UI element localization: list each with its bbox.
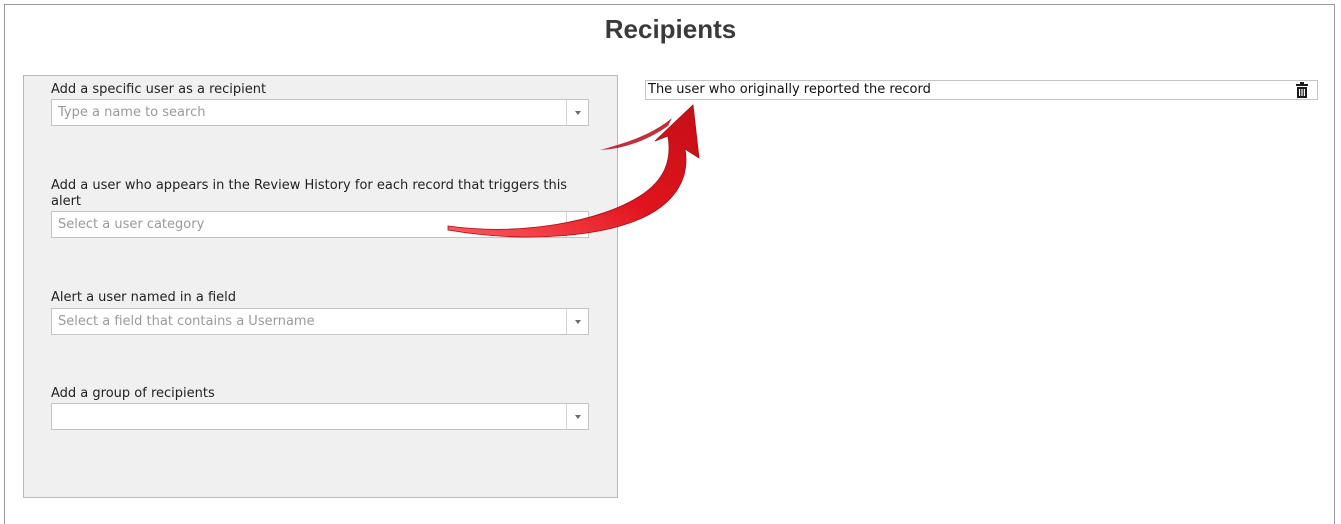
user-category-placeholder: Select a user category bbox=[58, 217, 205, 232]
username-field-placeholder: Select a field that contains a Username bbox=[58, 314, 315, 329]
recipient-list-item: The user who originally reported the rec… bbox=[645, 80, 1318, 100]
specific-user-placeholder: Type a name to search bbox=[58, 105, 206, 120]
username-field-dropdown-button[interactable] bbox=[566, 309, 588, 334]
page-title: Recipients bbox=[604, 14, 737, 44]
specific-user-dropdown-button[interactable] bbox=[566, 100, 588, 125]
named-field-user-label: Alert a user named in a field bbox=[51, 290, 237, 305]
chevron-down-icon bbox=[574, 222, 581, 227]
recipient-text: The user who originally reported the rec… bbox=[648, 82, 931, 97]
recipient-group-select[interactable] bbox=[51, 403, 589, 430]
user-category-select[interactable]: Select a user category bbox=[51, 211, 589, 238]
chevron-down-icon bbox=[574, 319, 581, 324]
review-history-user-label: Add a user who appears in the Review His… bbox=[51, 178, 568, 209]
username-field-select[interactable]: Select a field that contains a Username bbox=[51, 308, 589, 335]
recipient-group-dropdown-button[interactable] bbox=[566, 404, 588, 429]
recipient-options-panel bbox=[23, 75, 618, 498]
recipient-group-label: Add a group of recipients bbox=[51, 386, 215, 401]
chevron-down-icon bbox=[574, 110, 581, 115]
chevron-down-icon bbox=[574, 414, 581, 419]
specific-user-label: Add a specific user as a recipient bbox=[51, 82, 267, 97]
trash-icon[interactable] bbox=[1295, 82, 1309, 98]
user-category-dropdown-button[interactable] bbox=[566, 212, 588, 237]
specific-user-search-select[interactable]: Type a name to search bbox=[51, 99, 589, 126]
